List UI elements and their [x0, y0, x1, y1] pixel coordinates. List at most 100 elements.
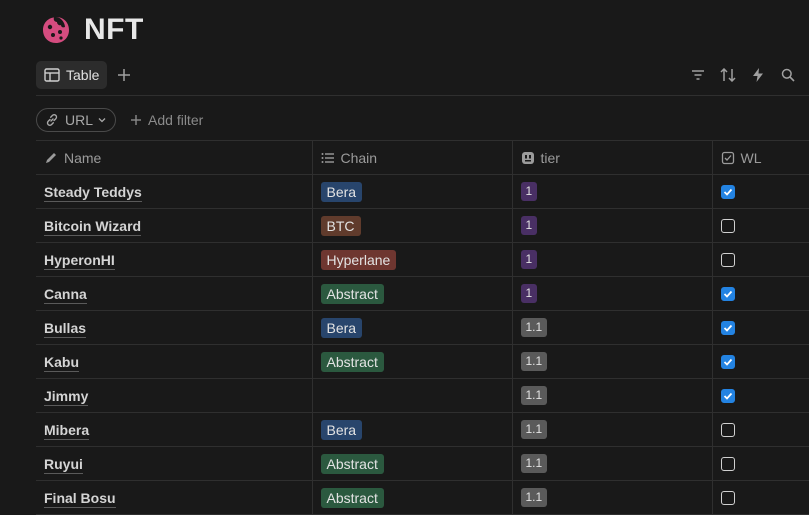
row-chain-cell[interactable]: Bera — [311, 310, 512, 345]
table-row[interactable]: Bitcoin Wizard BTC 1 — [36, 208, 809, 243]
row-name[interactable]: HyperonHI — [44, 251, 115, 270]
wl-checkbox[interactable] — [720, 184, 735, 199]
row-wl-cell[interactable] — [711, 310, 809, 345]
search-button[interactable] — [779, 66, 797, 84]
column-header-name[interactable]: Name — [36, 140, 312, 175]
row-wl-cell[interactable] — [711, 480, 809, 515]
row-name[interactable]: Canna — [44, 285, 87, 304]
row-tier-cell[interactable]: 1.1 — [511, 310, 712, 345]
row-wl-cell[interactable] — [711, 276, 809, 311]
automation-button[interactable] — [749, 66, 767, 84]
wl-checkbox[interactable] — [720, 388, 735, 403]
chain-tag: BTC — [320, 215, 361, 236]
row-name-cell[interactable]: Bullas — [36, 310, 312, 345]
wl-checkbox[interactable] — [720, 320, 735, 335]
row-wl-cell[interactable] — [711, 344, 809, 379]
row-tier-cell[interactable]: 1.1 — [511, 480, 712, 515]
cookie-icon[interactable] — [40, 14, 72, 46]
row-chain-cell[interactable]: Abstract — [311, 344, 512, 379]
row-name[interactable]: Bullas — [44, 319, 87, 338]
wl-checkbox[interactable] — [720, 218, 735, 233]
row-tier-cell[interactable]: 1.1 — [511, 344, 712, 379]
row-chain-cell[interactable]: BTC — [311, 208, 512, 243]
table-row[interactable]: Bullas Bera 1.1 — [36, 310, 809, 345]
wl-checkbox[interactable] — [720, 354, 735, 369]
tab-table[interactable]: Table — [36, 61, 108, 89]
column-header-tier[interactable]: tier — [511, 140, 712, 175]
column-header-wl[interactable]: WL — [711, 140, 809, 175]
plus-icon — [131, 115, 142, 125]
row-name[interactable]: Kabu — [44, 353, 79, 372]
row-wl-cell[interactable] — [711, 412, 809, 447]
page-title[interactable]: NFT — [84, 13, 144, 47]
table-icon — [44, 68, 60, 82]
row-name[interactable]: Mibera — [44, 421, 90, 440]
row-tier-cell[interactable]: 1 — [511, 242, 712, 277]
row-name-cell[interactable]: Canna — [36, 276, 312, 311]
row-name[interactable]: Jimmy — [44, 387, 89, 406]
add-filter-button[interactable]: Add filter — [130, 112, 203, 128]
row-name-cell[interactable]: Mibera — [36, 412, 312, 447]
column-header-chain[interactable]: Chain — [311, 140, 512, 175]
search-icon — [781, 68, 795, 82]
row-name-cell[interactable]: Bitcoin Wizard — [36, 208, 312, 243]
wl-checkbox[interactable] — [720, 490, 735, 505]
row-wl-cell[interactable] — [711, 208, 809, 243]
url-filter-chip[interactable]: URL — [36, 108, 117, 132]
row-wl-cell[interactable] — [711, 174, 809, 209]
sort-button[interactable] — [719, 66, 737, 84]
header-row: Name Chain tier WL — [36, 140, 809, 175]
row-chain-cell[interactable] — [311, 378, 512, 413]
wl-checkbox[interactable] — [720, 252, 735, 267]
chain-tag: Abstract — [320, 283, 384, 304]
add-view-button[interactable] — [113, 64, 135, 86]
row-tier-cell[interactable]: 1.1 — [511, 446, 712, 481]
filter-button[interactable] — [689, 66, 707, 84]
row-name-cell[interactable]: Jimmy — [36, 378, 312, 413]
row-wl-cell[interactable] — [711, 378, 809, 413]
row-chain-cell[interactable]: Abstract — [311, 446, 512, 481]
table-row[interactable]: Mibera Bera 1.1 — [36, 412, 809, 447]
divider — [36, 95, 809, 96]
chain-tag: Abstract — [320, 453, 384, 474]
wl-checkbox[interactable] — [720, 286, 735, 301]
row-chain-cell[interactable]: Abstract — [311, 276, 512, 311]
tier-icon — [521, 151, 534, 164]
row-tier-cell[interactable]: 1.1 — [511, 378, 712, 413]
row-name[interactable]: Bitcoin Wizard — [44, 217, 142, 236]
row-chain-cell[interactable]: Abstract — [311, 480, 512, 515]
tier-tag: 1 — [520, 216, 538, 235]
table-row[interactable]: Final Bosu Abstract 1.1 — [36, 480, 809, 515]
row-name-cell[interactable]: Final Bosu — [36, 480, 312, 515]
row-name[interactable]: Steady Teddys — [44, 183, 142, 202]
row-tier-cell[interactable]: 1 — [511, 208, 712, 243]
row-name-cell[interactable]: Kabu — [36, 344, 312, 379]
page-header: NFT — [40, 10, 144, 50]
chain-tag: Hyperlane — [320, 249, 397, 270]
row-tier-cell[interactable]: 1 — [511, 174, 712, 209]
row-tier-cell[interactable]: 1 — [511, 276, 712, 311]
row-wl-cell[interactable] — [711, 446, 809, 481]
table-row[interactable]: Canna Abstract 1 — [36, 276, 809, 311]
wl-checkbox[interactable] — [720, 456, 735, 471]
url-filter-label: URL — [65, 112, 94, 128]
link-icon — [46, 114, 58, 126]
row-chain-cell[interactable]: Hyperlane — [311, 242, 512, 277]
row-chain-cell[interactable]: Bera — [311, 174, 512, 209]
row-wl-cell[interactable] — [711, 242, 809, 277]
table-row[interactable]: Jimmy 1.1 — [36, 378, 809, 413]
row-name-cell[interactable]: Steady Teddys — [36, 174, 312, 209]
row-name[interactable]: Ruyui — [44, 455, 83, 474]
row-name-cell[interactable]: HyperonHI — [36, 242, 312, 277]
chain-tag: Bera — [320, 317, 363, 338]
row-tier-cell[interactable]: 1.1 — [511, 412, 712, 447]
table-row[interactable]: HyperonHI Hyperlane 1 — [36, 242, 809, 277]
wl-checkbox[interactable] — [720, 422, 735, 437]
row-name[interactable]: Final Bosu — [44, 489, 116, 508]
table-row[interactable]: Ruyui Abstract 1.1 — [36, 446, 809, 481]
row-name-cell[interactable]: Ruyui — [36, 446, 312, 481]
table-row[interactable]: Steady Teddys Bera 1 — [36, 174, 809, 209]
sort-icon — [720, 68, 736, 82]
table-row[interactable]: Kabu Abstract 1.1 — [36, 344, 809, 379]
row-chain-cell[interactable]: Bera — [311, 412, 512, 447]
